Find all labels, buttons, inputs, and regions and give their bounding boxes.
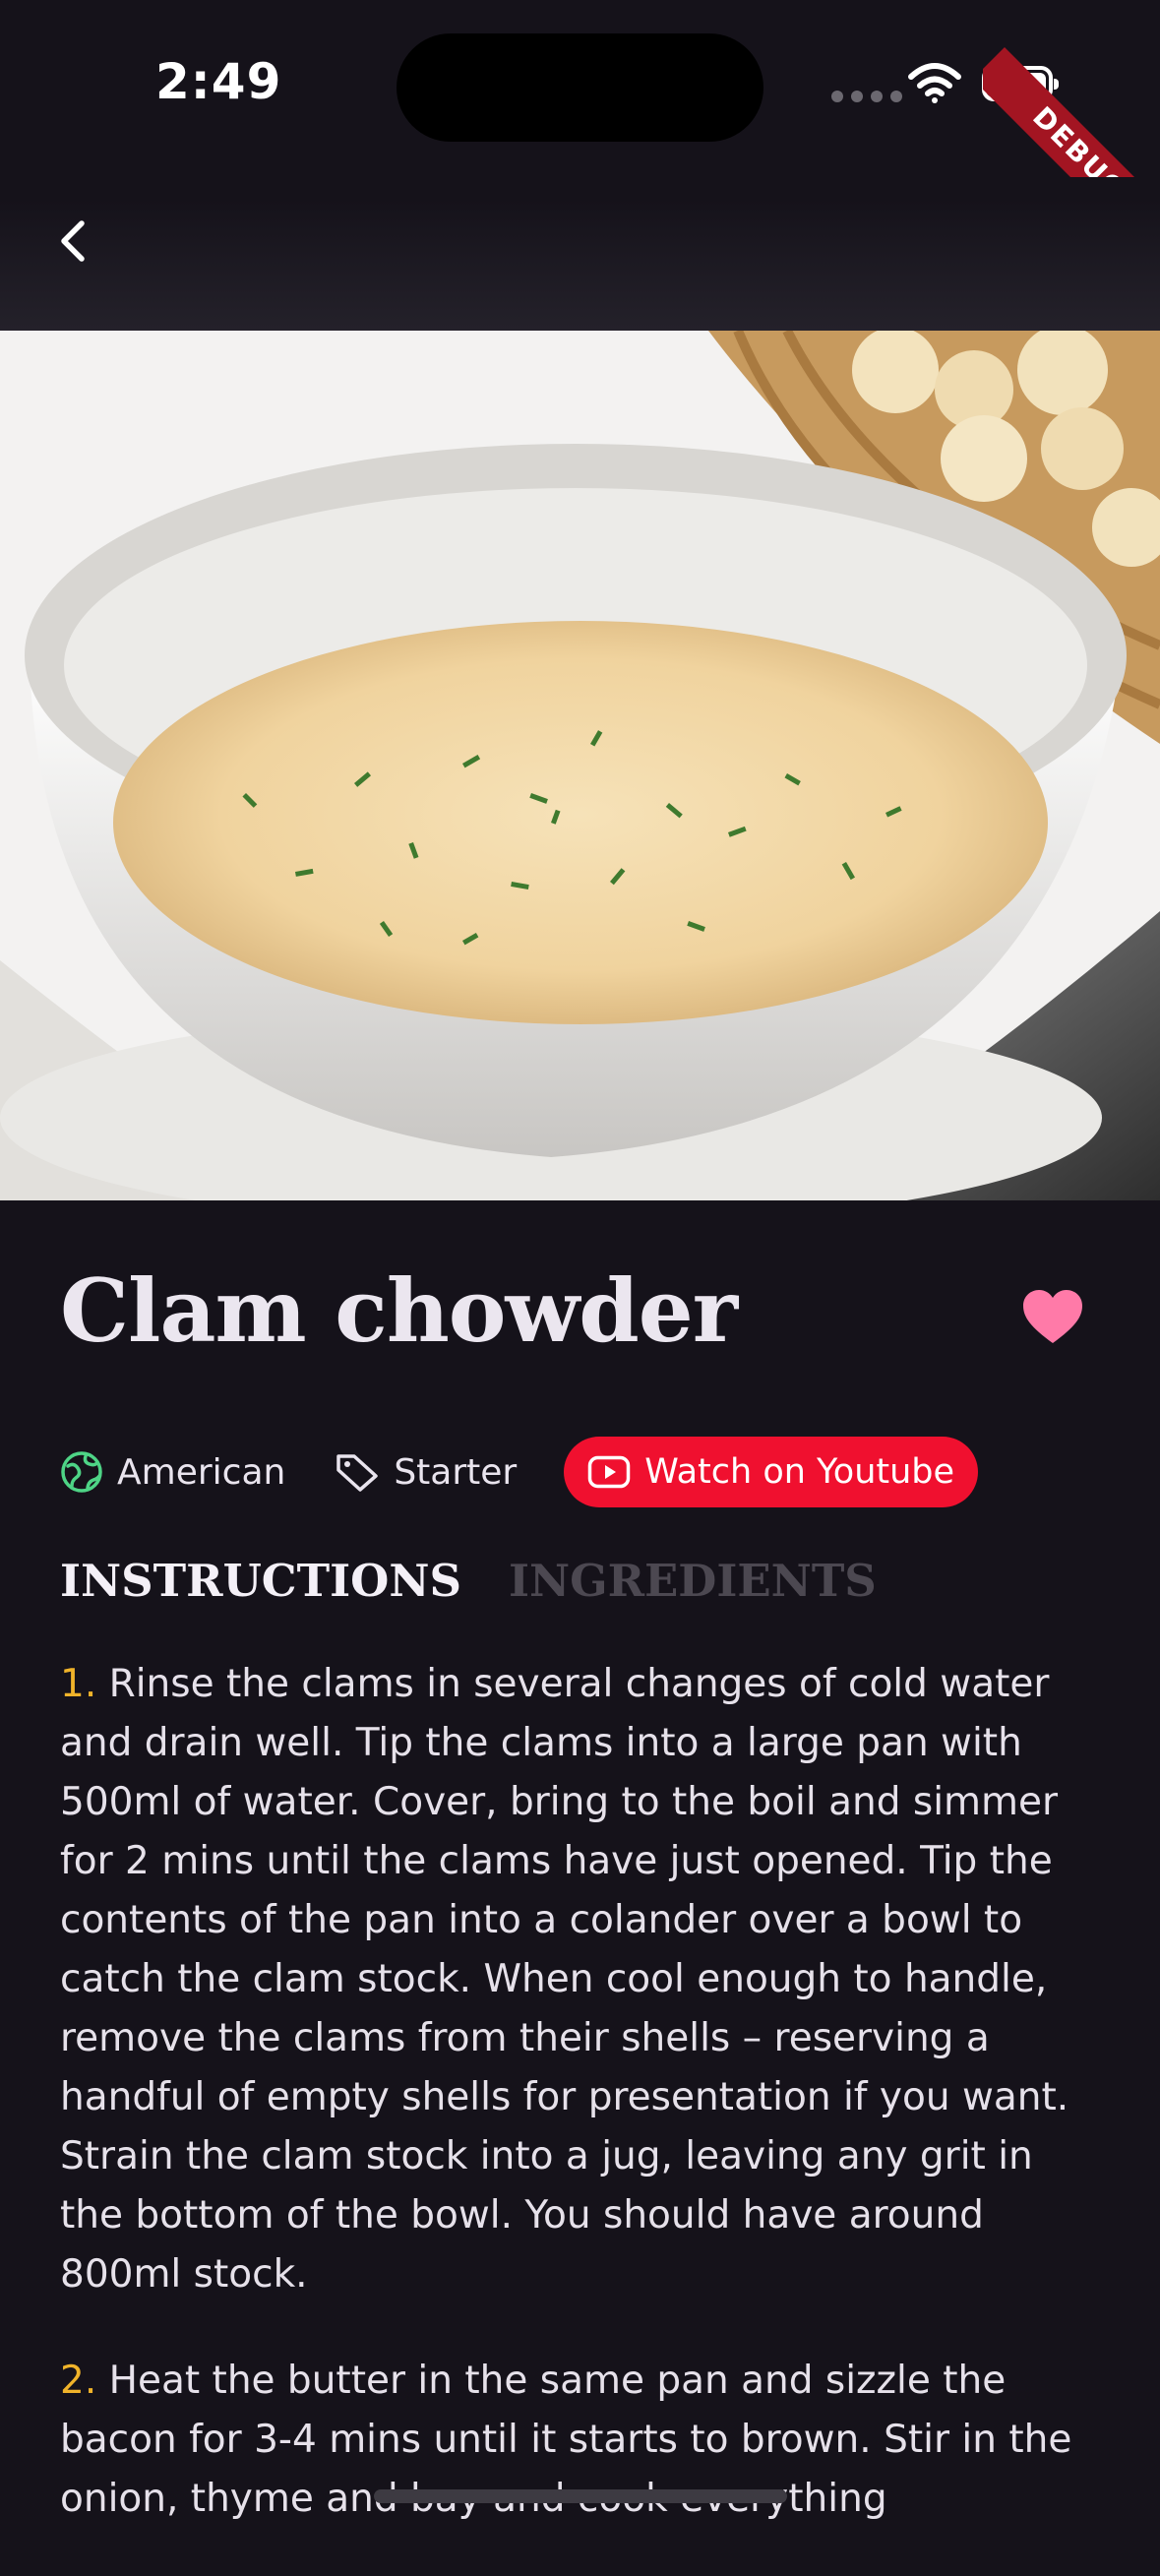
- globe-icon: [61, 1451, 102, 1493]
- dynamic-island: [397, 33, 763, 142]
- tab-instructions[interactable]: INSTRUCTIONS: [60, 1555, 461, 1607]
- favorite-button[interactable]: [1017, 1281, 1088, 1352]
- recipe-tabs: INSTRUCTIONS INGREDIENTS: [60, 1555, 877, 1607]
- tab-ingredients[interactable]: INGREDIENTS: [509, 1555, 877, 1607]
- recipe-image: [0, 331, 1160, 1200]
- step-text: Rinse the clams in several changes of co…: [60, 1662, 1069, 2297]
- debug-banner: DEBUG: [983, 0, 1160, 177]
- tag-icon: [336, 1454, 379, 1492]
- cellular-signal-icon: [831, 91, 902, 102]
- instruction-step: 1. Rinse the clams in several changes of…: [60, 1655, 1103, 2304]
- chevron-left-icon: [61, 220, 85, 262]
- youtube-icon: [587, 1455, 631, 1489]
- recipe-meta: American Starter Watch on Youtube: [60, 1437, 979, 1507]
- category-chip: Starter: [335, 1452, 517, 1493]
- instructions-list: 1. Rinse the clams in several changes of…: [60, 1655, 1103, 2576]
- category-label: Starter: [394, 1451, 518, 1493]
- step-number: 1.: [60, 1662, 97, 1706]
- watch-youtube-button[interactable]: Watch on Youtube: [564, 1437, 979, 1507]
- area-chip: American: [60, 1450, 285, 1494]
- recipe-title: Clam chowder: [60, 1259, 738, 1362]
- home-indicator[interactable]: [374, 2489, 787, 2503]
- step-number: 2.: [60, 2359, 97, 2403]
- heart-icon: [1023, 1290, 1082, 1343]
- area-label: American: [117, 1451, 286, 1493]
- status-time: 2:49: [155, 53, 282, 110]
- wifi-icon: [908, 63, 961, 103]
- watch-youtube-label: Watch on Youtube: [644, 1452, 955, 1492]
- back-button[interactable]: [41, 202, 104, 280]
- debug-label: DEBUG: [983, 47, 1160, 177]
